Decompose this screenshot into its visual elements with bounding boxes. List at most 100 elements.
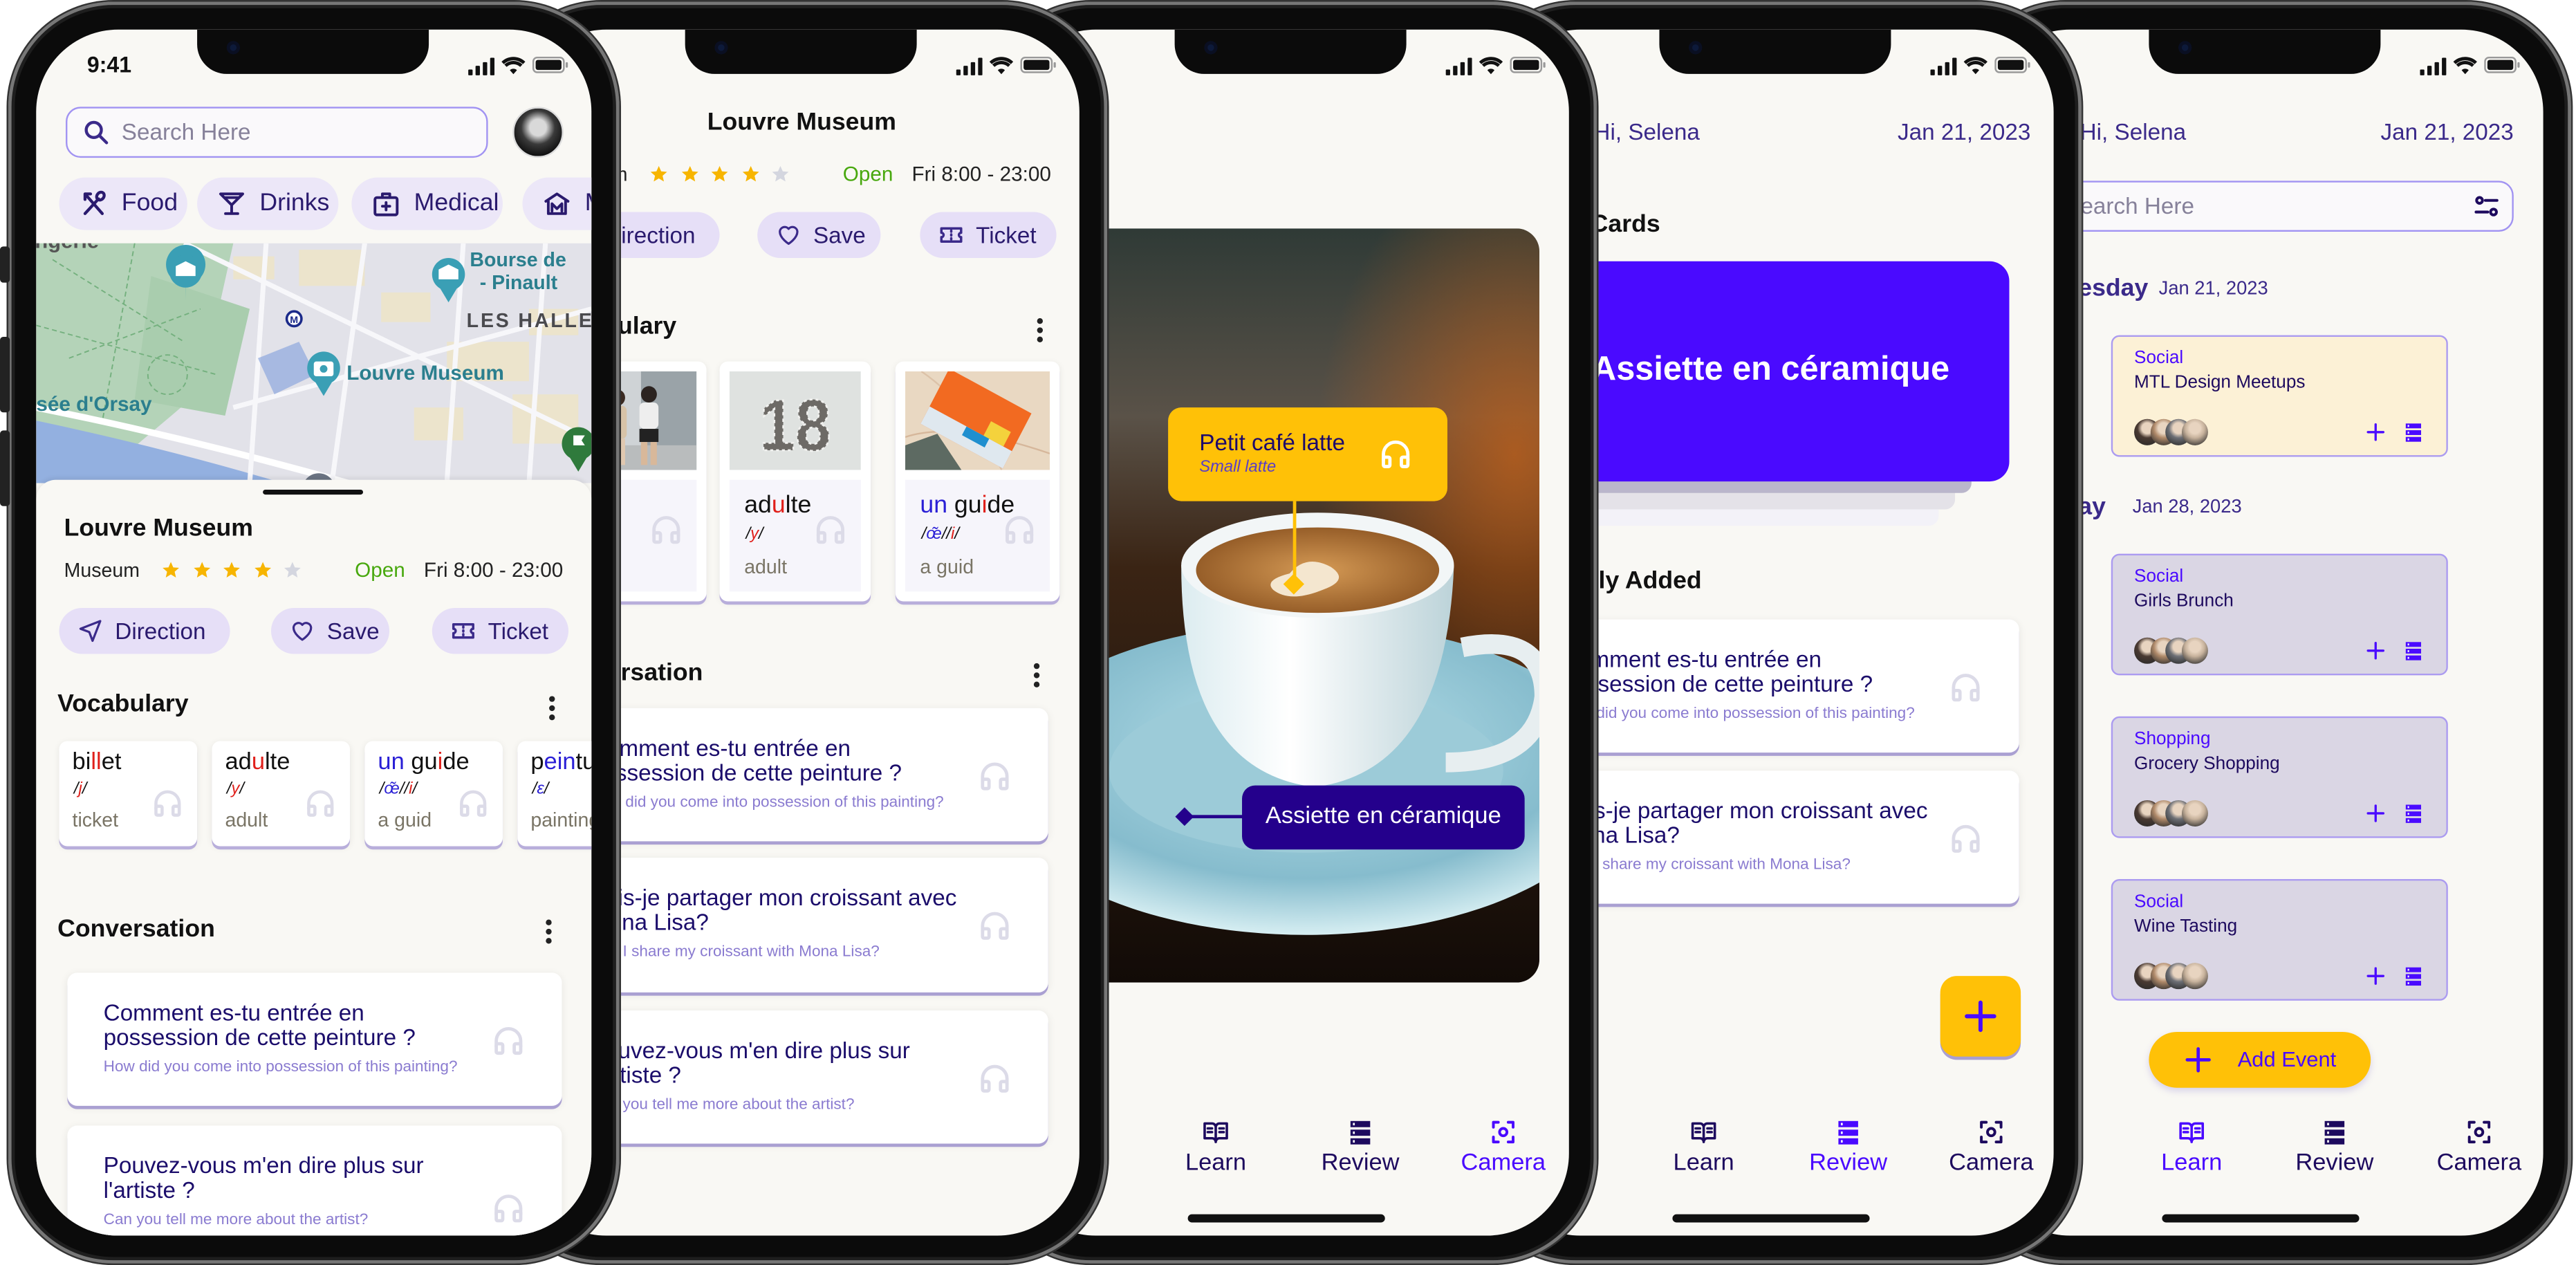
list-icon[interactable] — [2402, 965, 2425, 988]
metro-icon[interactable]: M — [285, 310, 303, 328]
conversation-card[interactable]: Puis-je partager mon croissant avec Mona… — [1524, 770, 2019, 904]
nav-tab-learn[interactable]: Learn — [2142, 1106, 2241, 1185]
text-segment: œ̃ — [384, 780, 400, 799]
search-bar[interactable]: Search Here — [66, 107, 488, 158]
list-icon[interactable] — [2402, 802, 2425, 824]
vocab-translation: ticket — [72, 808, 119, 832]
category-chip-museum[interactable]: Museum — [522, 177, 592, 230]
current-date: Jan 21, 2023 — [1898, 118, 2031, 145]
headphones-icon[interactable] — [491, 1023, 526, 1058]
more-options-icon[interactable] — [1032, 662, 1041, 688]
map-view[interactable]: Mangerie Bourse de- Pinault LES HALLES Louv… — [36, 243, 592, 483]
headphones-icon[interactable] — [304, 787, 337, 820]
headphones-icon[interactable] — [456, 787, 490, 820]
phrase-french: Comment es-tu entrée en possession de ce… — [1560, 645, 1873, 697]
search-input-placeholder[interactable]: Search Here — [2065, 192, 2194, 219]
conversation-card[interactable]: Comment es-tu entrée en possession de ce… — [553, 708, 1048, 842]
text-segment: p — [530, 749, 544, 776]
direction-button[interactable]: Direction — [59, 608, 230, 654]
headphones-icon[interactable] — [978, 758, 1012, 793]
headphones-icon[interactable] — [978, 909, 1012, 943]
front-camera — [2178, 41, 2192, 55]
phrase-english: Can you tell me more about the artist? — [103, 1210, 369, 1230]
nav-tab-camera[interactable]: Camera — [1942, 1106, 2041, 1185]
event-card[interactable]: Social Wine Tasting — [2111, 878, 2448, 1001]
nav-tab-review[interactable]: Review — [1311, 1106, 1410, 1185]
action-label: Direction — [115, 618, 206, 645]
nav-tab-review[interactable]: Review — [1799, 1106, 1898, 1185]
opening-hours: Fri 8:00 - 23:00 — [423, 558, 564, 582]
vocab-card[interactable]: peinture/ɛ/painting — [517, 741, 592, 847]
nav-tab-camera[interactable]: Camera — [1454, 1106, 1553, 1185]
plus-icon[interactable] — [2364, 965, 2387, 988]
plus-icon[interactable] — [2364, 421, 2387, 443]
conversation-card[interactable]: Pouvez-vous m'en dire plus sur l'artiste… — [67, 1125, 562, 1236]
nav-tab-learn[interactable]: Learn — [1167, 1106, 1266, 1185]
filter-icon[interactable] — [2472, 192, 2500, 220]
headphones-icon[interactable] — [1949, 821, 1983, 856]
category-chip-medical[interactable]: Medical — [351, 177, 503, 230]
headphones-icon[interactable] — [1378, 437, 1413, 472]
more-options-icon[interactable] — [1035, 317, 1045, 344]
vocab-card[interactable]: un guide/œ̃//i/a guid — [364, 741, 503, 847]
object-word: Petit café latte — [1199, 429, 1346, 456]
save-button[interactable]: Save — [757, 212, 881, 258]
search-input-placeholder[interactable]: Search Here — [122, 118, 251, 145]
map-label: angerie — [36, 243, 99, 253]
category-chip-food[interactable]: Food — [59, 177, 187, 230]
conversation-card[interactable]: Pouvez-vous m'en dire plus sur l'artiste… — [553, 1010, 1048, 1144]
vocab-phonetic: /y/ — [227, 780, 244, 798]
phrase-english: Can I share my croissant with Mona Lisa? — [1560, 856, 1851, 874]
event-category: Social — [2134, 892, 2184, 912]
event-card[interactable]: Social Girls Brunch — [2111, 553, 2448, 676]
nav-label: Camera — [2436, 1149, 2522, 1177]
nav-tab-learn[interactable]: Learn — [1654, 1106, 1753, 1185]
camera-scan-icon — [2465, 1117, 2494, 1147]
conversation-card[interactable]: Puis-je partager mon croissant avec Mona… — [553, 858, 1048, 992]
object-label-primary[interactable]: Petit café latte Small latte — [1168, 407, 1447, 501]
headphones-icon[interactable] — [491, 1191, 526, 1226]
event-card[interactable]: Social MTL Design Meetups — [2111, 335, 2448, 457]
headphones-icon[interactable] — [813, 513, 848, 547]
category-chip-drinks[interactable]: Drinks — [197, 177, 339, 230]
vocab-card[interactable]: adulte/y/adult — [212, 741, 351, 847]
add-card-button[interactable] — [1940, 976, 2021, 1057]
day-name: esday — [2078, 274, 2149, 303]
more-options-icon[interactable] — [547, 695, 557, 721]
headphones-icon[interactable] — [649, 513, 683, 547]
heart-icon — [775, 222, 801, 248]
plus-icon[interactable] — [2364, 802, 2387, 824]
vocab-card[interactable]: un guide/œ̃//i/a guid — [895, 361, 1060, 602]
headphones-icon[interactable] — [151, 787, 185, 820]
museum-icon — [542, 189, 572, 219]
ticket-button[interactable]: Ticket — [920, 212, 1057, 258]
vocab-word: peinture — [530, 749, 591, 775]
more-options-icon[interactable] — [544, 918, 553, 945]
headphones-icon[interactable] — [1949, 670, 1983, 704]
save-button[interactable]: Save — [270, 608, 390, 654]
flash-card[interactable]: Assiette en céramique — [1528, 261, 2010, 482]
text-segment: / — [544, 780, 549, 799]
event-title: Grocery Shopping — [2134, 754, 2280, 774]
avatar[interactable] — [512, 107, 564, 158]
vocab-card[interactable]: 18 adulte/y/adult — [719, 361, 871, 602]
list-icon[interactable] — [2402, 421, 2425, 443]
camera-viewfinder[interactable] — [1043, 228, 1540, 983]
object-label-secondary[interactable]: Assiette en céramique — [1242, 785, 1525, 850]
action-label: Save — [326, 618, 380, 645]
search-bar[interactable]: Search Here — [2017, 181, 2514, 232]
nav-tab-camera[interactable]: Camera — [2430, 1106, 2529, 1185]
plus-icon[interactable] — [2364, 639, 2387, 662]
event-card[interactable]: Shopping Grocery Shopping — [2111, 716, 2448, 838]
headphones-icon[interactable] — [978, 1061, 1012, 1096]
add-event-button[interactable]: Add Event — [2149, 1031, 2371, 1088]
sheet-drag-handle[interactable] — [263, 489, 364, 495]
direction-icon — [77, 618, 104, 644]
conversation-card[interactable]: Comment es-tu entrée en possession de ce… — [1524, 619, 2019, 753]
list-icon[interactable] — [2402, 639, 2425, 662]
ticket-button[interactable]: Ticket — [432, 608, 568, 654]
nav-tab-review[interactable]: Review — [2286, 1106, 2384, 1185]
vocab-card[interactable]: billet/j/ticket — [59, 741, 198, 847]
headphones-icon[interactable] — [1002, 513, 1037, 547]
conversation-card[interactable]: Comment es-tu entrée en possession de ce… — [67, 972, 562, 1106]
